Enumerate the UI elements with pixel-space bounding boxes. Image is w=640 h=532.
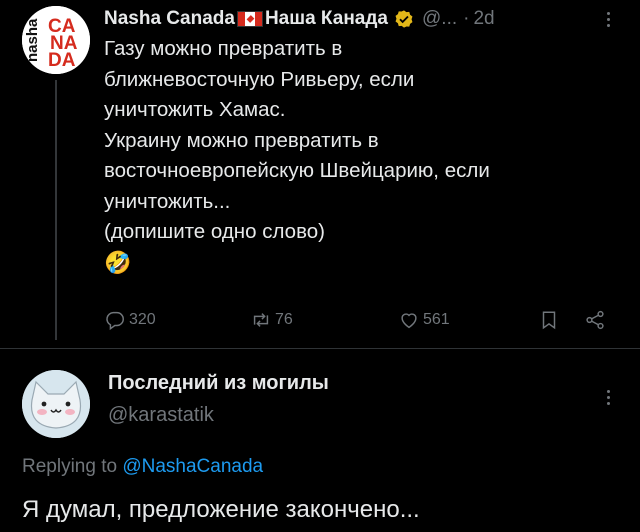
reply-text: Я думал, предложение закончено... [22,496,420,523]
nasha-canada-logo-icon: nasha CA NA DA [22,6,90,74]
tweet-line: восточноевропейскую Швейцарию, если [104,159,490,182]
replying-to-link[interactable]: @NashaCanada [122,456,263,477]
like-icon [401,313,417,329]
replying-prefix: Replying to [22,456,118,477]
more-icon[interactable] [596,6,620,32]
reply-action[interactable]: 320 [104,306,156,334]
like-action[interactable]: 561 [398,306,450,334]
author-name-ru[interactable]: Наша Канада [265,8,388,30]
tweet-text: Газу можно превратить в ближневосточную … [104,34,604,278]
replying-to: Replying to @NashaCanada [22,456,263,478]
bookmark-action[interactable] [538,306,560,334]
post-time[interactable]: 2d [473,8,494,30]
tweet-line: уничтожить Хамас. [104,98,286,121]
divider [0,348,640,349]
tweet-line: (допишите одно слово) [104,220,325,243]
tweet-actions: 320 76 561 [104,306,624,334]
svg-text:nasha: nasha [24,18,41,62]
bookmark-icon [542,311,556,330]
share-action[interactable] [584,306,606,334]
more-icon[interactable] [596,384,620,410]
reply-count: 320 [129,311,156,328]
tweet-header: Nasha Canada Наша Канада @... · 2d [104,6,495,32]
repost-icon [253,313,269,327]
emoji-rofl: 🤣 [104,249,132,275]
meta-separator: · [463,8,470,29]
reply-author-handle[interactable]: @karastatik [108,404,214,427]
thread-connector-line [55,80,57,340]
author-name[interactable]: Nasha Canada [104,8,235,30]
tweet-line: уничтожить... [104,189,231,213]
like-count: 561 [423,311,450,328]
tweet-line: Украину можно превратить в [104,128,379,152]
repost-count: 76 [275,311,293,328]
cat-avatar-icon [22,370,90,438]
reply-icon [106,311,124,331]
tweet-line: ближневосточную Ривьеру, если [104,67,415,91]
author-handle[interactable]: @... [422,8,457,30]
verified-icon [394,9,414,29]
tweet-line: Газу можно превратить в [104,37,343,60]
canada-flag-icon [236,11,263,27]
author-avatar[interactable]: nasha CA NA DA [22,6,90,74]
reply-author-name[interactable]: Последний из могилы [108,372,329,395]
share-icon [586,310,604,330]
svg-text:DA: DA [48,50,76,71]
reply-author-avatar[interactable] [22,370,90,438]
repost-action[interactable]: 76 [250,306,293,334]
